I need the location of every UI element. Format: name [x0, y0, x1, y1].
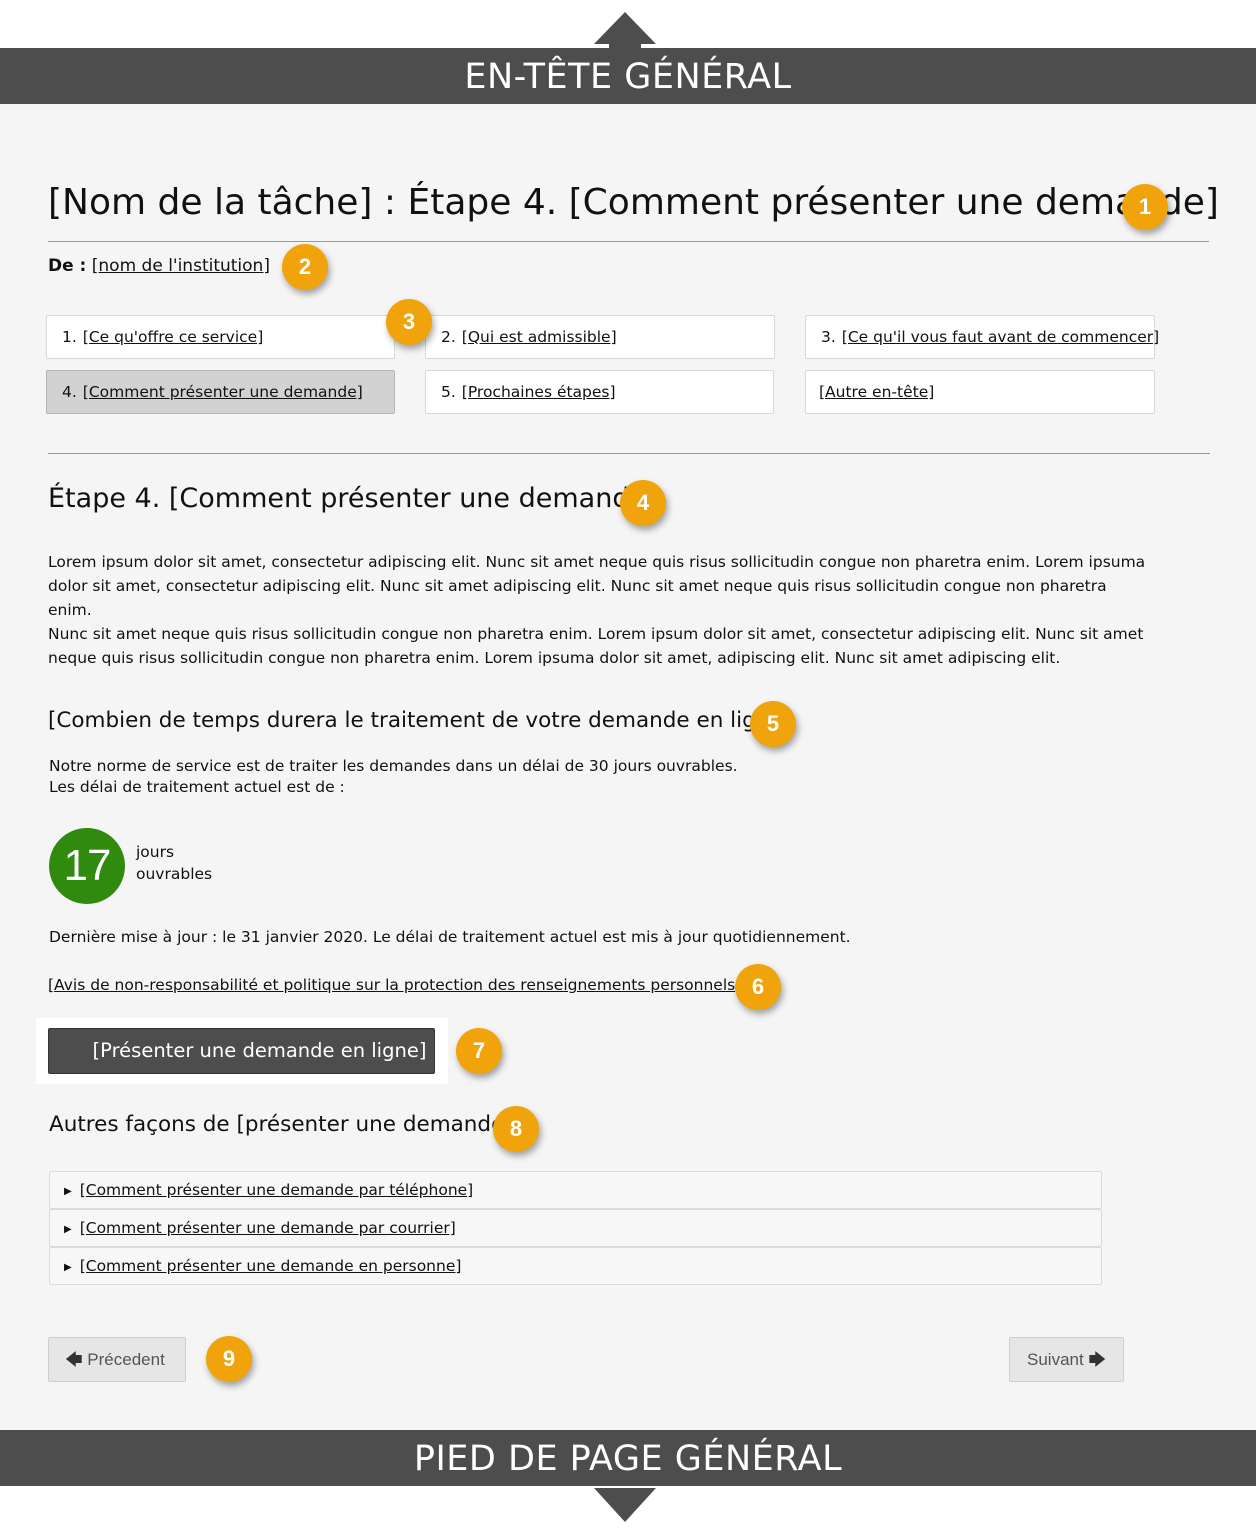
from-label: De :	[48, 256, 87, 276]
step-number: 3.	[821, 328, 836, 346]
service-standard-line-2: Les délai de traitement actuel est de :	[49, 778, 345, 796]
last-updated: Dernière mise à jour : le 31 janvier 202…	[49, 928, 851, 946]
arrow-right-icon: 🡆	[1088, 1350, 1106, 1369]
arrow-left-icon: 🡄	[65, 1350, 83, 1369]
expand-triangle-icon: ▶	[64, 1224, 72, 1235]
callout-badge-3: 3	[386, 299, 432, 345]
step-number: 5.	[441, 383, 456, 401]
callout-badge-7: 7	[456, 1028, 502, 1074]
step-nav-5[interactable]: 5. [Prochaines étapes]	[425, 370, 774, 414]
service-standard-line-1: Notre norme de service est de traiter le…	[49, 757, 738, 775]
nav-divider	[48, 453, 1210, 454]
section-title: Étape 4. [Comment présenter une demande]	[48, 483, 657, 514]
service-standard: Notre norme de service est de traiter le…	[49, 756, 738, 798]
institution-link[interactable]: [nom de l'institution]	[92, 256, 270, 276]
global-header: EN-TÊTE GÉNÉRAL	[0, 48, 1256, 104]
callout-badge-5: 5	[750, 701, 796, 747]
global-footer: PIED DE PAGE GÉNÉRAL	[0, 1430, 1256, 1486]
body-paragraph-1: Lorem ipsum dolor sit amet, consectetur …	[48, 553, 1146, 619]
arrow-down-icon	[594, 1488, 656, 1522]
body-paragraph-2: Nunc sit amet neque quis risus sollicitu…	[48, 625, 1144, 667]
step-link[interactable]: [Qui est admissible]	[462, 328, 617, 346]
callout-badge-1: 1	[1122, 184, 1168, 230]
callout-badge-2: 2	[282, 244, 328, 290]
days-unit-line-1: jours	[136, 843, 175, 861]
previous-label: Précedent	[87, 1350, 165, 1369]
step-nav-4-active[interactable]: 4. [Comment présenter une demande]	[46, 370, 395, 414]
accordion-item-in-person[interactable]: ▶ [Comment présenter une demande en perso…	[49, 1247, 1102, 1285]
step-link[interactable]: [Prochaines étapes]	[462, 383, 616, 401]
page-title: [Nom de la tâche] : Étape 4. [Comment pr…	[48, 182, 1219, 223]
callout-badge-4: 4	[620, 480, 666, 526]
institution-line: De : [nom de l'institution]	[48, 256, 270, 276]
step-nav-3[interactable]: 3. [Ce qu'il vous faut avant de commencer…	[805, 315, 1159, 359]
step-nav-1[interactable]: 1. [Ce qu'offre ce service]	[46, 315, 395, 359]
step-link[interactable]: [Ce qu'offre ce service]	[83, 328, 263, 346]
apply-online-button[interactable]: [Présenter une demande en ligne]	[48, 1028, 435, 1074]
callout-badge-9: 9	[206, 1336, 252, 1382]
step-number: 2.	[441, 328, 456, 346]
processing-days-value: 17	[49, 828, 125, 904]
step-number: 1.	[62, 328, 77, 346]
step-link[interactable]: [Autre en-tête]	[819, 383, 934, 401]
privacy-notice-link[interactable]: [Avis de non-responsabilité et politique…	[48, 976, 741, 994]
step-nav-2[interactable]: 2. [Qui est admissible]	[425, 315, 775, 359]
other-ways-title: Autres façons de [présenter une demande]	[49, 1112, 513, 1137]
accordion-link[interactable]: [Comment présenter une demande par courr…	[80, 1219, 456, 1237]
step-number: 4.	[62, 383, 77, 401]
expand-triangle-icon: ▶	[64, 1262, 72, 1273]
step-link[interactable]: [Ce qu'il vous faut avant de commencer]	[842, 328, 1159, 346]
previous-button[interactable]: 🡄 Précedent	[48, 1337, 186, 1382]
accordion-link[interactable]: [Comment présenter une demande en person…	[80, 1257, 462, 1275]
days-unit-line-2: ouvrables	[136, 865, 213, 883]
next-label: Suivant	[1027, 1350, 1084, 1369]
processing-days-unit: jours ouvrables	[136, 841, 212, 885]
next-button[interactable]: Suivant 🡆	[1009, 1337, 1124, 1382]
step-link[interactable]: [Comment présenter une demande]	[83, 383, 363, 401]
accordion-item-phone[interactable]: ▶ [Comment présenter une demande par télé…	[49, 1171, 1102, 1209]
accordion-item-mail[interactable]: ▶ [Comment présenter une demande par cour…	[49, 1209, 1102, 1247]
expand-triangle-icon: ▶	[64, 1186, 72, 1197]
processing-title: [Combien de temps durera le traitement d…	[48, 708, 791, 733]
callout-badge-6: 6	[735, 964, 781, 1010]
step-nav-other[interactable]: [Autre en-tête]	[805, 370, 1155, 414]
title-divider	[48, 241, 1209, 242]
accordion-link[interactable]: [Comment présenter une demande par télép…	[80, 1181, 474, 1199]
callout-badge-8: 8	[493, 1106, 539, 1152]
